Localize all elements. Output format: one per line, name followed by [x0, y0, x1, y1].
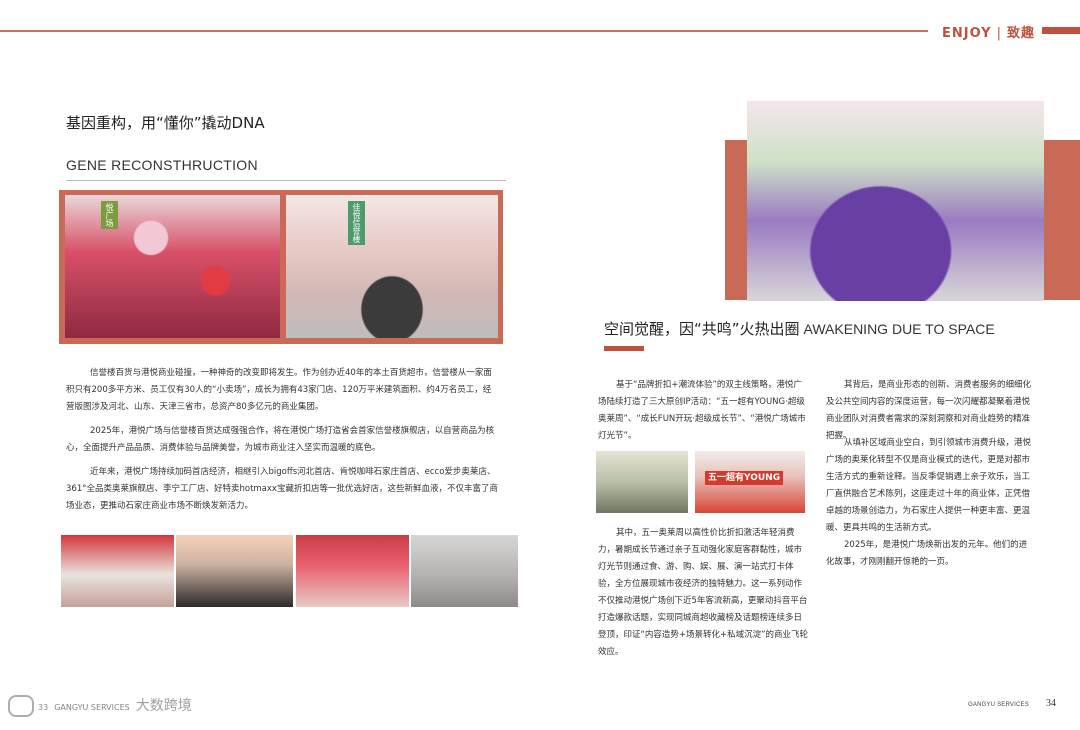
- store-photo-1: [61, 535, 174, 607]
- photo-tag: 悦广场: [101, 201, 118, 229]
- left-paragraph-1: 信誉楼百货与港悦商业碰撞，一种神奇的改变即将发生。作为创办近40年的本土百货超市…: [66, 368, 492, 412]
- section-label-cn: 致趣: [1007, 26, 1036, 41]
- page-number: 34: [1046, 698, 1056, 709]
- footer-watermark: 33 GANGYU SERVICES 大数跨境: [8, 695, 192, 717]
- section-header: ENJOY | 致趣: [942, 22, 1035, 41]
- right-title-en: AWAKENING DUE TO SPACE: [803, 321, 995, 337]
- left-article-subtitle: GENE RECONSTHRUCTION: [66, 157, 258, 173]
- right-col2-paragraph-3: 2025年，是港悦广场焕新出发的元年。他们的进化故事，才刚刚翻开惊艳的一页。: [826, 540, 1028, 567]
- left-paragraph-3: 近年来，港悦广场持续加码首店经济，相继引入bigoffs河北首店、肯悦咖啡石家庄…: [66, 467, 498, 511]
- store-photo-2: [176, 535, 293, 607]
- photo-tag: 佳悦信誉楼: [348, 201, 365, 245]
- watermark-text: 大数跨境: [135, 698, 192, 714]
- event-photo-2: 五一超有YOUNG: [695, 451, 805, 513]
- right-title-cn: 空间觉醒，因“共鸣”火热出圈: [604, 320, 800, 338]
- store-photo-3: [296, 535, 409, 607]
- right-article-title: 空间觉醒，因“共鸣”火热出圈 AWAKENING DUE TO SPACE: [604, 318, 995, 339]
- header-accent-block: [1042, 27, 1080, 34]
- right-col2-paragraph-2: 从填补区域商业空白，到引领城市消费升级，港悦广场的奥莱化转型不仅是商业模式的迭代…: [826, 438, 1032, 533]
- section-label-en: ENJOY: [942, 26, 992, 41]
- subtitle-underline: [66, 180, 506, 181]
- left-footer-brand: GANGYU SERVICES: [54, 703, 130, 712]
- top-rule: [0, 30, 928, 32]
- kids-running-photo: [747, 101, 1044, 301]
- watermark-logo-icon: [8, 695, 34, 717]
- event-badge: 五一超有YOUNG: [705, 471, 784, 485]
- footer-brand: GANGYU SERVICES: [968, 702, 1029, 708]
- left-paragraph-2: 2025年，港悦广场与信誉楼百货达成强强合作，将在港悦广场打造省会首家信誉楼旗舰…: [66, 426, 495, 453]
- event-photo-1: [596, 451, 688, 513]
- section-separator: |: [996, 26, 1002, 41]
- lion-dance-photo: 悦广场: [65, 195, 280, 338]
- title-accent-bar: [604, 346, 644, 351]
- right-col1-paragraph-1: 基于“品牌折扣+潮流体验”的双主线策略，港悦广场陆续打造了三大原创IP活动：“五…: [598, 380, 806, 441]
- signing-ceremony-photo: 佳悦信誉楼: [286, 195, 498, 338]
- store-photo-4: [411, 535, 518, 607]
- left-page-number: 33: [38, 703, 49, 712]
- right-col1-paragraph-2: 其中，五一奥莱周以高性价比折扣激活年轻消费力，暑期成长节通过亲子互动强化家庭客群…: [598, 528, 809, 657]
- left-article-title: 基因重构，用“懂你”撬动DNA: [66, 114, 265, 132]
